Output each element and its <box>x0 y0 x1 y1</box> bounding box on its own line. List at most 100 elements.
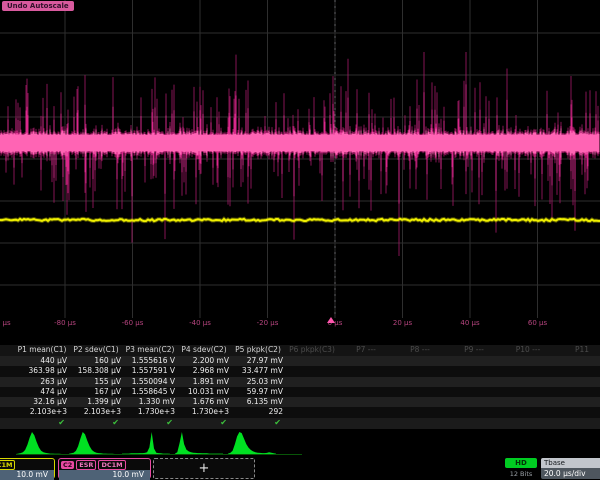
measurement-stat-row: 474 µV167 µV1.558645 V10.031 mV59.97 mV <box>0 387 600 397</box>
stat-cell-p6 <box>285 407 339 417</box>
stat-cell-p3: 1.557591 V <box>123 366 177 376</box>
timebase-title: Tbase <box>541 458 600 468</box>
stat-cell-p2: 155 µV <box>69 377 123 387</box>
stat-cell-p9 <box>447 377 501 387</box>
status-check-icon: ✔ <box>69 418 123 429</box>
c2-coupling-badge: DC1M <box>98 460 125 470</box>
plus-icon: + <box>199 461 210 476</box>
measurement-header-p10[interactable]: P10 --- <box>501 345 555 356</box>
status-check-icon: ✔ <box>177 418 231 429</box>
stat-cell-p4: 1.891 mV <box>177 377 231 387</box>
time-axis-label: -40 µs <box>189 319 211 327</box>
stat-cell-p8 <box>393 356 447 366</box>
c1-coupling-badge: DC1M <box>0 460 15 470</box>
c2-esr-badge: ESR <box>76 460 96 470</box>
trigger-position-marker[interactable] <box>327 317 335 323</box>
measurement-stat-row: 263 µV155 µV1.550094 V1.891 mV25.03 mV <box>0 377 600 387</box>
undo-autoscale-badge[interactable]: Undo Autoscale <box>2 1 74 11</box>
measurement-status-row: ✔✔✔✔✔ <box>0 418 600 429</box>
stat-cell-p4: 1.730e+3 <box>177 407 231 417</box>
stat-cell-p6 <box>285 397 339 407</box>
status-cell-empty <box>285 418 339 429</box>
stat-cell-p10 <box>501 387 555 397</box>
stat-cell-p6 <box>285 387 339 397</box>
stat-cell-p2: 167 µV <box>69 387 123 397</box>
stat-cell-p11 <box>555 377 600 387</box>
time-axis-label: -60 µs <box>122 319 144 327</box>
histicon-p4 <box>175 432 223 454</box>
stat-cell-p8 <box>393 366 447 376</box>
stat-cell-p5: 27.97 mV <box>231 356 285 366</box>
stat-cell-p10 <box>501 407 555 417</box>
c1-vdiv-value: 10.0 mV <box>0 470 54 480</box>
measurement-header-p1[interactable]: P1 mean(C1) <box>15 345 69 356</box>
measurement-header-p4[interactable]: P4 sdev(C2) <box>177 345 231 356</box>
time-axis-label: -80 µs <box>54 319 76 327</box>
stat-cell-p3: 1.558645 V <box>123 387 177 397</box>
stat-cell-p9 <box>447 397 501 407</box>
stat-cell-p1: 363.98 µV <box>15 366 69 376</box>
timebase-descriptor[interactable]: Tbase 20.0 µs/div <box>541 458 600 479</box>
measurement-header-p3[interactable]: P3 mean(C2) <box>123 345 177 356</box>
measurement-header-p2[interactable]: P2 sdev(C1) <box>69 345 123 356</box>
c2-vdiv-value: 10.0 mV <box>59 470 150 480</box>
measurement-histicons <box>0 429 600 457</box>
stat-cell-p10 <box>501 397 555 407</box>
hd-bits-label: 12 Bits <box>503 470 539 478</box>
stat-cell-p7 <box>339 377 393 387</box>
status-check-icon: ✔ <box>15 418 69 429</box>
stat-cell-p8 <box>393 387 447 397</box>
stat-cell-p11 <box>555 356 600 366</box>
stat-cell-p4: 2.968 mV <box>177 366 231 376</box>
oscilloscope-screen: Undo Autoscale -100 µs -80 µs -60 µs -40 µs… <box>0 0 600 480</box>
stat-cell-p11 <box>555 397 600 407</box>
stat-cell-p5: 292 <box>231 407 285 417</box>
measurement-table: P1 mean(C1)P2 sdev(C1)P3 mean(C2)P4 sdev… <box>0 345 600 429</box>
stat-cell-p4: 2.200 mV <box>177 356 231 366</box>
stat-cell-p1: 474 µV <box>15 387 69 397</box>
stat-cell-p2: 1.399 µV <box>69 397 123 407</box>
measurement-header-row: P1 mean(C1)P2 sdev(C1)P3 mean(C2)P4 sdev… <box>0 345 600 356</box>
stat-cell-p2: 2.103e+3 <box>69 407 123 417</box>
c2-label: C2 <box>61 461 74 469</box>
status-check-icon: ✔ <box>123 418 177 429</box>
stat-cell-p3: 1.330 mV <box>123 397 177 407</box>
timebase-value: 20.0 µs/div <box>541 468 600 479</box>
add-trace-button[interactable]: + <box>153 458 255 479</box>
stat-cell-p8 <box>393 407 447 417</box>
time-axis-label: 40 µs <box>460 319 479 327</box>
stat-cell-p9 <box>447 366 501 376</box>
stat-cell-p5: 33.477 mV <box>231 366 285 376</box>
status-cell-empty <box>447 418 501 429</box>
stat-cell-p11 <box>555 407 600 417</box>
stat-cell-p1: 32.16 µV <box>15 397 69 407</box>
waveform-display[interactable]: -100 µs-80 µs-60 µs-40 µs-20 µs0 µs20 µs… <box>0 0 600 334</box>
histicon-p5 <box>228 432 276 454</box>
stat-cell-p3: 1.555616 V <box>123 356 177 366</box>
measurement-header-p6[interactable]: P6 pkpk(C3) <box>285 345 339 356</box>
stat-cell-p6 <box>285 377 339 387</box>
stat-cell-p2: 160 µV <box>69 356 123 366</box>
measurement-stat-row: 32.16 µV1.399 µV1.330 mV1.676 mV6.135 mV <box>0 397 600 407</box>
status-check-icon: ✔ <box>231 418 285 429</box>
stat-cell-p9 <box>447 387 501 397</box>
measurement-header-p7[interactable]: P7 --- <box>339 345 393 356</box>
status-cell-empty <box>555 418 600 429</box>
stat-cell-p5: 25.03 mV <box>231 377 285 387</box>
measurement-header-p9[interactable]: P9 --- <box>447 345 501 356</box>
measurement-header-p8[interactable]: P8 --- <box>393 345 447 356</box>
stat-cell-p3: 1.550094 V <box>123 377 177 387</box>
histicon-p1 <box>16 432 64 454</box>
stat-cell-p10 <box>501 366 555 376</box>
channel-descriptor-c1[interactable]: C1 DC1M 10.0 mV <box>0 458 55 479</box>
time-axis-label: -100 µs <box>0 319 11 327</box>
stat-cell-p7 <box>339 366 393 376</box>
stat-cell-p6 <box>285 366 339 376</box>
measurement-header-p5[interactable]: P5 pkpk(C2) <box>231 345 285 356</box>
stat-cell-p3: 1.730e+3 <box>123 407 177 417</box>
measurement-stat-row: 363.98 µV158.308 µV1.557591 V2.968 mV33.… <box>0 366 600 376</box>
hd-mode-badge[interactable]: HD <box>505 458 537 468</box>
stat-cell-p11 <box>555 387 600 397</box>
measurement-header-p11[interactable]: P11 <box>555 345 600 356</box>
channel-descriptor-c2[interactable]: C2 ESR DC1M 10.0 mV <box>58 458 151 479</box>
